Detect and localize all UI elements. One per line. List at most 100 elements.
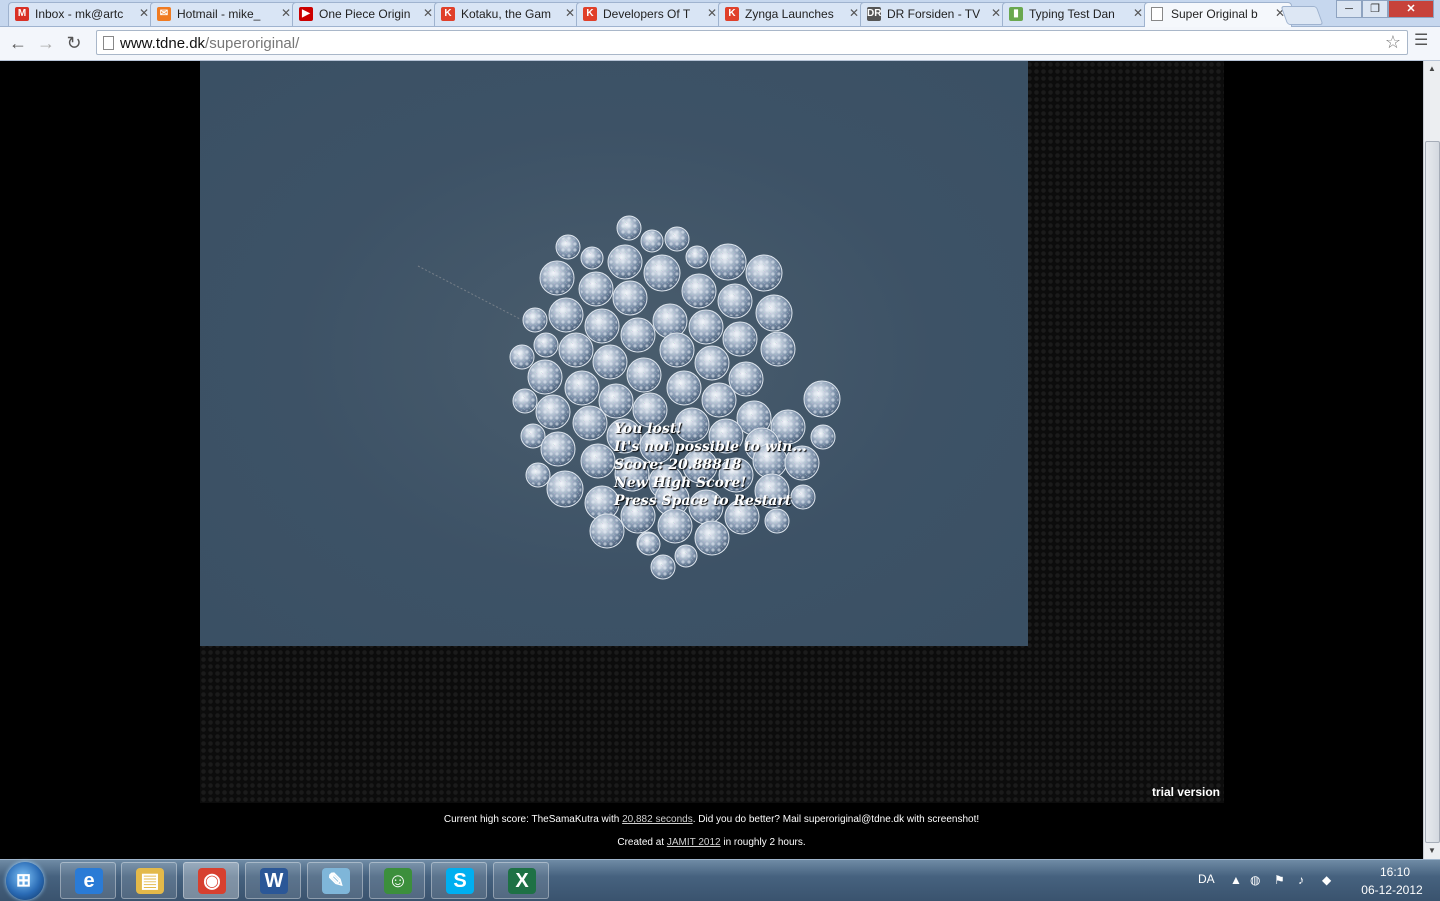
maximize-button[interactable]: ❐ bbox=[1362, 0, 1388, 18]
gmail-icon: M bbox=[15, 7, 29, 21]
bubble-pattern bbox=[609, 246, 641, 278]
scroll-down-icon[interactable]: ▼ bbox=[1424, 843, 1440, 859]
footer1-prefix: Current high score: TheSamaKutra with bbox=[443, 814, 623, 825]
bubble-pattern bbox=[527, 464, 549, 486]
tab-8[interactable]: Super Original b ✕ bbox=[1144, 2, 1292, 27]
back-button[interactable]: ← bbox=[6, 32, 30, 54]
clock-date[interactable]: 06-12-2012 bbox=[1352, 883, 1432, 897]
word-icon: W bbox=[260, 868, 288, 894]
high-score-footer: Current high score: TheSamaKutra with 20… bbox=[0, 814, 1423, 825]
bubble-pattern bbox=[812, 426, 834, 448]
scroll-up-icon[interactable]: ▲ bbox=[1424, 61, 1440, 77]
forward-button[interactable]: → bbox=[34, 32, 58, 54]
page-icon bbox=[1151, 7, 1163, 21]
dr-icon: DR bbox=[867, 7, 882, 21]
bubble-pattern bbox=[766, 510, 788, 532]
volume-icon[interactable]: ♪ bbox=[1298, 873, 1304, 887]
action-center-icon[interactable]: ⚑ bbox=[1274, 873, 1285, 887]
start-button[interactable]: ⊞ bbox=[6, 862, 44, 900]
bubble-pattern bbox=[676, 546, 696, 566]
game-canvas[interactable]: You lost! It's not possible to win... Sc… bbox=[200, 61, 1028, 646]
reload-button[interactable]: ↻ bbox=[62, 32, 86, 54]
taskbar-excel[interactable]: X bbox=[493, 862, 549, 899]
internet-explorer-icon: e bbox=[75, 868, 103, 894]
restart-hint: Press Space to Restart bbox=[614, 493, 792, 509]
tab-close-icon[interactable]: ✕ bbox=[991, 6, 1001, 20]
tab-close-icon[interactable]: ✕ bbox=[423, 6, 433, 20]
bubble-pattern bbox=[535, 334, 557, 356]
tab-0[interactable]: M Inbox - mk@artc ✕ bbox=[8, 2, 156, 26]
bubble-pattern bbox=[696, 347, 728, 379]
tab-close-icon[interactable]: ✕ bbox=[565, 6, 575, 20]
tab-close-icon[interactable]: ✕ bbox=[281, 6, 291, 20]
bubble-pattern bbox=[711, 245, 745, 279]
bubble-pattern bbox=[724, 323, 756, 355]
show-hidden-icons-icon[interactable]: ▲ bbox=[1230, 873, 1242, 887]
bubble-pattern bbox=[586, 487, 618, 519]
youtube-icon: ▶ bbox=[299, 7, 313, 21]
hotmail-icon: ✉ bbox=[157, 7, 171, 21]
tab-5[interactable]: K Zynga Launches ✕ bbox=[718, 2, 866, 26]
url-path: /superoriginal/ bbox=[205, 35, 300, 52]
score-line: Score: 20.88818 bbox=[614, 457, 742, 473]
vertical-scrollbar[interactable]: ▲ ▼ bbox=[1423, 61, 1440, 859]
bubble-pattern bbox=[582, 445, 614, 477]
bubble-pattern bbox=[747, 256, 781, 290]
dropbox-icon[interactable]: ◆ bbox=[1322, 873, 1331, 887]
close-window-button[interactable]: ✕ bbox=[1388, 0, 1434, 18]
tab-3[interactable]: K Kotaku, the Gam ✕ bbox=[434, 2, 582, 26]
language-indicator[interactable]: DA bbox=[1198, 872, 1215, 886]
footer2-suffix: in roughly 2 hours. bbox=[720, 837, 806, 848]
network-icon[interactable]: ◍ bbox=[1250, 873, 1260, 887]
bubble-pattern bbox=[600, 385, 632, 417]
bubble-pattern bbox=[719, 285, 751, 317]
address-bar[interactable]: www.tdne.dk/superoriginal/ ☆ bbox=[96, 30, 1408, 55]
bookmark-star-icon[interactable]: ☆ bbox=[1385, 32, 1401, 53]
tab-close-icon[interactable]: ✕ bbox=[139, 6, 149, 20]
bubble-pattern bbox=[618, 217, 640, 239]
tab-title: One Piece Origin bbox=[319, 7, 411, 21]
tab-4[interactable]: K Developers Of T ✕ bbox=[576, 2, 724, 26]
taskbar-notes[interactable]: ✎ bbox=[307, 862, 363, 899]
taskbar-skype[interactable]: S bbox=[431, 862, 487, 899]
taskbar-file-explorer[interactable]: ▤ bbox=[121, 862, 177, 899]
bubble-pattern bbox=[548, 472, 582, 506]
bubble-pattern bbox=[730, 363, 762, 395]
bubble-pattern bbox=[628, 359, 660, 391]
tab-6[interactable]: DR DR Forsiden - TV ✕ bbox=[860, 2, 1008, 26]
chrome-menu-icon[interactable]: ☰ bbox=[1414, 33, 1432, 49]
bubble-pattern bbox=[529, 361, 561, 393]
bubble-pattern bbox=[542, 433, 574, 465]
high-score-link[interactable]: 20,882 seconds bbox=[622, 814, 693, 825]
bubble-pattern bbox=[683, 275, 715, 307]
clock-time[interactable]: 16:10 bbox=[1370, 865, 1420, 879]
bubble-pattern bbox=[511, 346, 533, 368]
skype-icon: S bbox=[446, 868, 474, 894]
bubble-pattern bbox=[668, 372, 700, 404]
tab-7[interactable]: ▮ Typing Test Dan ✕ bbox=[1002, 2, 1150, 26]
url-text[interactable]: www.tdne.dk/superoriginal/ bbox=[120, 35, 299, 52]
tab-close-icon[interactable]: ✕ bbox=[707, 6, 717, 20]
tab-1[interactable]: ✉ Hotmail - mike_ ✕ bbox=[150, 2, 298, 26]
new-tab-button[interactable] bbox=[1280, 6, 1324, 25]
bubble-pattern bbox=[586, 310, 618, 342]
messenger-icon: ☺ bbox=[384, 868, 412, 894]
taskbar-messenger[interactable]: ☺ bbox=[369, 862, 425, 899]
bubble-pattern bbox=[661, 334, 693, 366]
taskbar-internet-explorer[interactable]: e bbox=[60, 862, 116, 899]
taskbar-chrome[interactable]: ◉ bbox=[183, 862, 239, 899]
scroll-thumb[interactable] bbox=[1425, 141, 1440, 843]
minimize-button[interactable]: ─ bbox=[1336, 0, 1362, 18]
file-explorer-icon: ▤ bbox=[136, 868, 164, 894]
bubble-pattern bbox=[541, 262, 573, 294]
taskbar-word[interactable]: W bbox=[245, 862, 301, 899]
bubble-pattern bbox=[566, 372, 598, 404]
tab-close-icon[interactable]: ✕ bbox=[849, 6, 859, 20]
jamit-link[interactable]: JAMIT 2012 bbox=[667, 837, 721, 848]
chrome-icon: ◉ bbox=[198, 868, 226, 894]
bubble-pattern bbox=[659, 510, 691, 542]
tab-close-icon[interactable]: ✕ bbox=[1133, 6, 1143, 20]
notes-icon: ✎ bbox=[322, 868, 350, 894]
tab-2[interactable]: ▶ One Piece Origin ✕ bbox=[292, 2, 440, 26]
chart-icon: ▮ bbox=[1009, 7, 1023, 21]
